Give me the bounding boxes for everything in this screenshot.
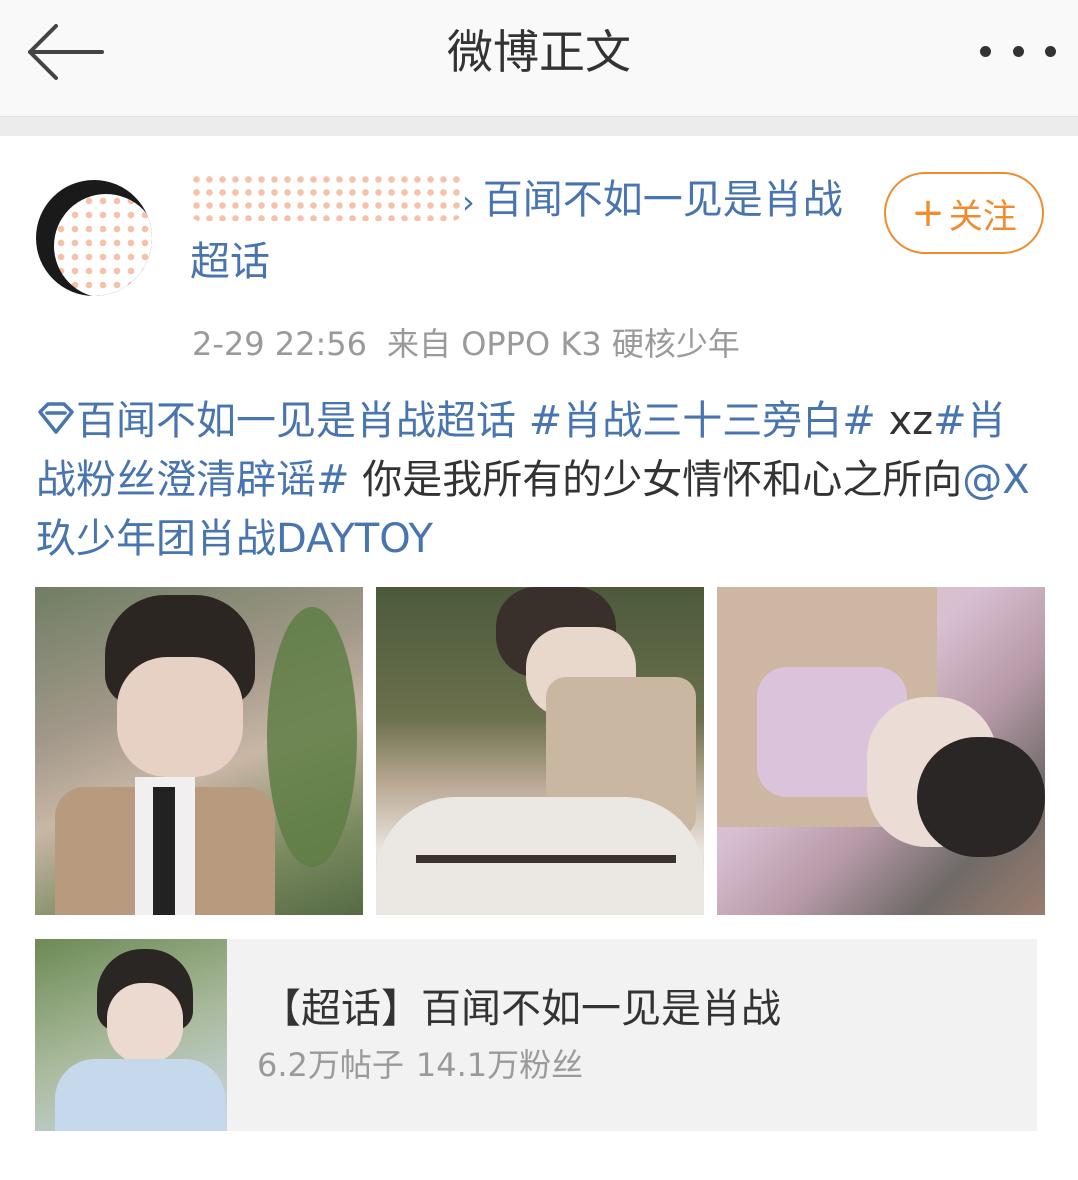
plus-icon: +	[911, 190, 945, 236]
supertopic-card[interactable]: 【超话】百闻不如一见是肖战 6.2万帖子 14.1万粉丝	[35, 939, 1037, 1131]
more-button[interactable]	[980, 34, 1056, 68]
avatar[interactable]	[36, 180, 152, 296]
post-source: 来自 OPPO K3 硬核少年	[387, 325, 740, 363]
follow-button[interactable]: + 关注	[884, 172, 1044, 254]
avatar-mask	[54, 194, 152, 296]
more-dots-icon	[980, 45, 991, 57]
author-line: › 百闻不如一见是肖战超话	[190, 170, 860, 292]
page-title: 微博正文	[447, 25, 631, 79]
supertopic-stats: 6.2万帖子 14.1万粉丝	[257, 1043, 583, 1087]
author-name-mask[interactable]	[190, 173, 462, 221]
photo-grid	[35, 587, 1045, 915]
post-count: 6.2万帖子	[257, 1046, 404, 1084]
post-body: 百闻不如一见是肖战超话 #肖战三十三旁白# xz#肖战粉丝澄清辟谣# 你是我所有…	[36, 392, 1046, 569]
navbar: 微博正文	[0, 0, 1078, 117]
post-text-plain: 你是我所有的少女情怀和心之所向	[349, 457, 963, 503]
supertopic-link[interactable]: 百闻不如一见是肖战超话	[36, 398, 516, 444]
post-photo[interactable]	[376, 587, 704, 915]
supertopic-title: 【超话】百闻不如一见是肖战	[261, 986, 781, 1032]
post-meta: 2-29 22:56 来自 OPPO K3 硬核少年	[192, 322, 740, 366]
post-text-plain: xz	[875, 398, 934, 444]
post-timestamp: 2-29 22:56	[192, 325, 368, 363]
arrow-icon: ›	[462, 183, 475, 221]
post-photo[interactable]	[35, 587, 363, 915]
divider	[0, 117, 1078, 136]
fan-count: 14.1万粉丝	[415, 1046, 584, 1084]
post-photo[interactable]	[717, 587, 1045, 915]
hashtag-link[interactable]: #肖战三十三旁白#	[529, 398, 876, 444]
supertopic-thumbnail	[35, 939, 227, 1131]
diamond-icon	[38, 402, 74, 434]
